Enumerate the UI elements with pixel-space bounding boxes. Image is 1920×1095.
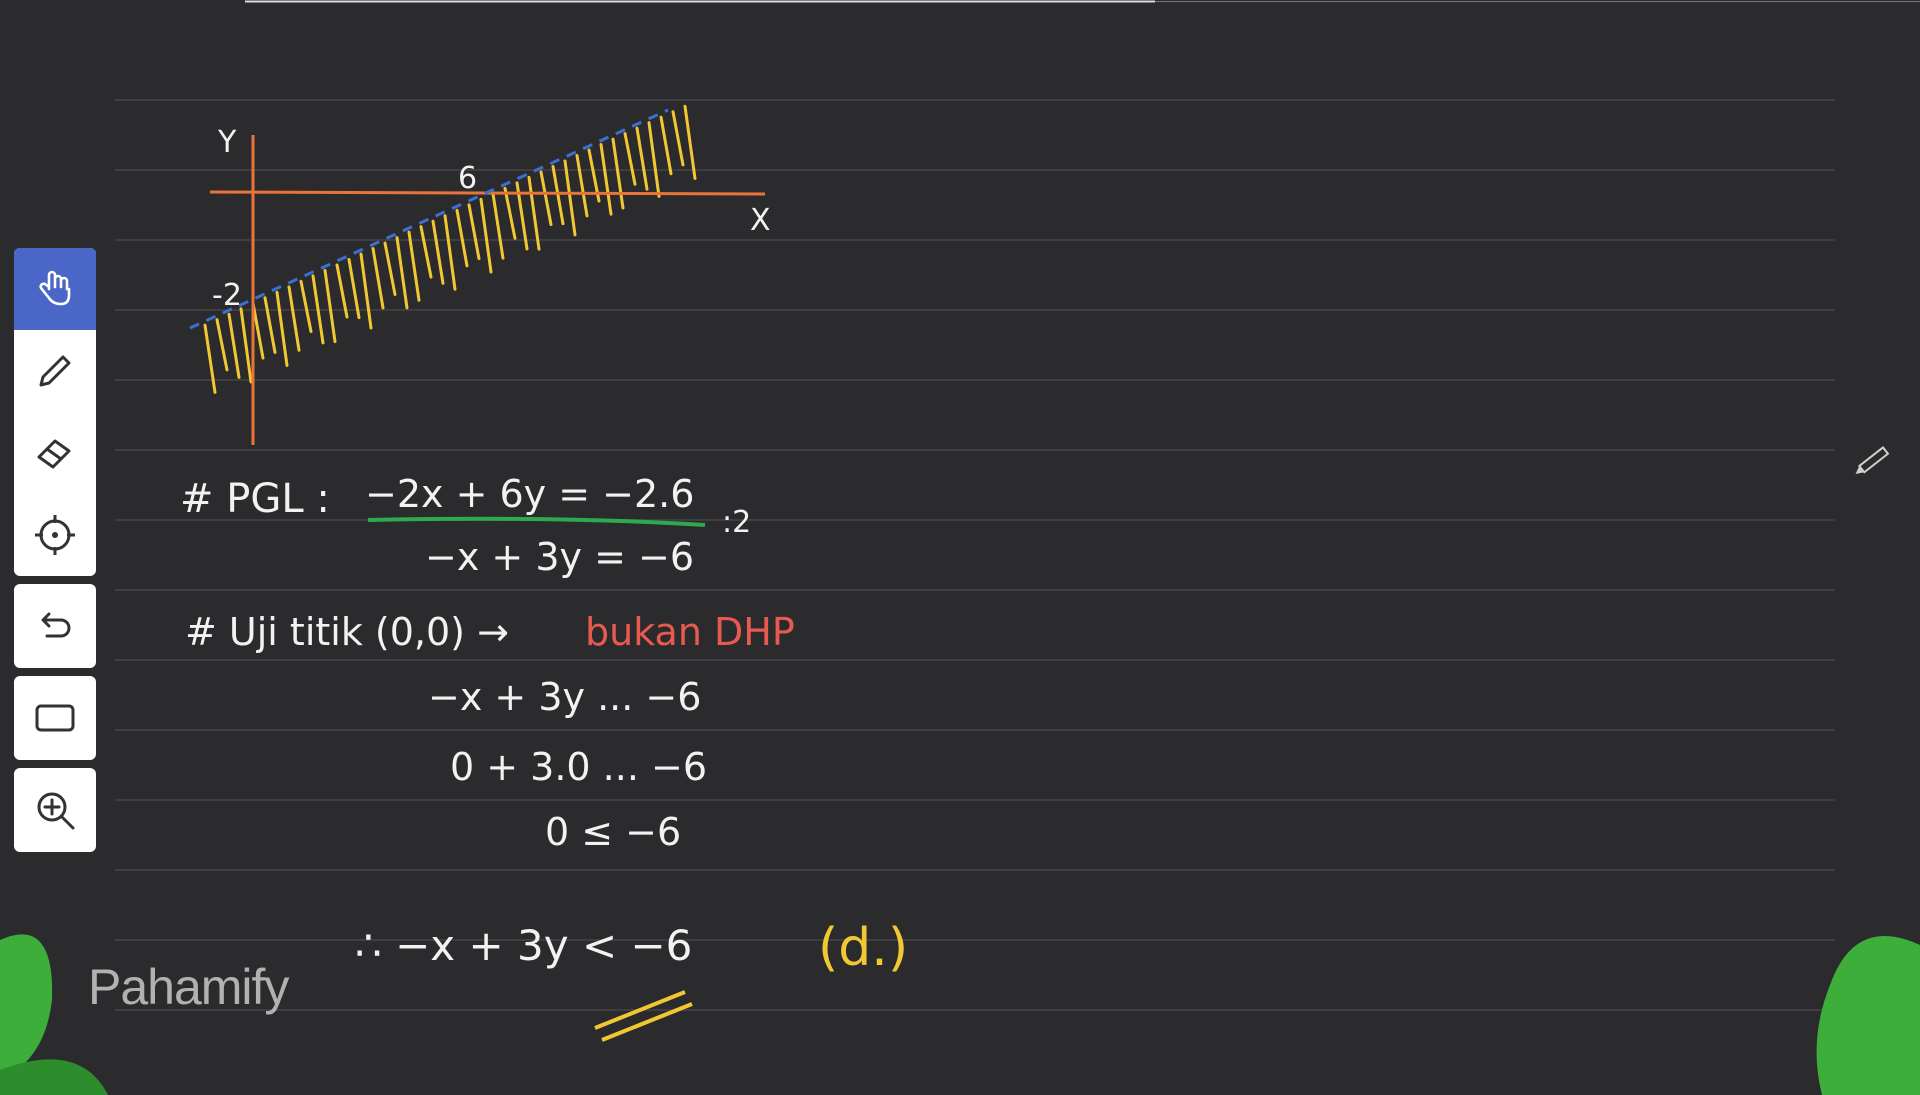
tool-palette (14, 248, 96, 860)
note-line4: −x + 3y ... −6 (428, 675, 701, 719)
hatch-stroke (347, 257, 361, 320)
hatch-stroke (671, 110, 685, 167)
conclusion: ∴ −x + 3y < −6 (355, 921, 692, 970)
hatch-stroke (647, 121, 661, 198)
y-axis-label: Y (217, 125, 237, 160)
leaf-left-lower-icon (0, 1059, 108, 1095)
hatch-stroke (395, 236, 409, 310)
hatch-stroke (659, 115, 673, 176)
hatch-stroke (683, 104, 697, 180)
hatch-stroke (623, 132, 637, 186)
hand-tool-button[interactable] (14, 248, 96, 330)
tool-group-main (14, 248, 96, 576)
note-line6: 0 ≤ −6 (545, 810, 681, 854)
hatch-stroke (551, 164, 565, 226)
hatch-stroke (371, 247, 385, 310)
tool-group-shape (14, 676, 96, 760)
hatch-region (203, 104, 697, 394)
hatch-stroke (467, 203, 481, 261)
tool-group-zoom (14, 768, 96, 852)
hatch-stroke (323, 268, 337, 344)
note-line3-prefix: # Uji titik (0,0) → (185, 610, 509, 654)
note-line3-result: bukan DHP (585, 610, 795, 654)
undo-button[interactable] (14, 584, 96, 668)
shape-tool-button[interactable] (14, 676, 96, 760)
zoom-in-icon (37, 792, 75, 830)
zoom-in-button[interactable] (14, 768, 96, 852)
hatch-stroke (263, 296, 277, 354)
pahamify-logo: Pahamify (88, 959, 289, 1015)
graph: Y X 6 -2 (189, 104, 771, 445)
hatch-stroke (563, 159, 577, 237)
hatch-stroke (443, 214, 457, 291)
hatch-stroke (227, 312, 241, 379)
hatch-stroke (383, 241, 397, 296)
hatch-stroke (407, 230, 421, 302)
whiteboard-canvas[interactable]: Y X 6 -2 # PGL : −2x + 6y = −2.6 :2 −x +… (0, 0, 1920, 1095)
hatch-stroke (479, 197, 493, 274)
answer: (d.) (818, 918, 908, 978)
leaf-left-icon (0, 934, 53, 1080)
x-axis-label: X (750, 203, 771, 238)
note-line1-prefix: # PGL : (180, 476, 330, 522)
note-line5: 0 + 3.0 ... −6 (450, 745, 707, 789)
boundary-dashed-line (189, 108, 669, 330)
hatch-stroke (287, 285, 301, 352)
hatch-stroke (491, 192, 505, 260)
hatch-stroke (599, 143, 613, 216)
leaf-right-icon (1816, 936, 1920, 1095)
hatch-stroke (215, 318, 229, 372)
hatch-stroke (539, 170, 553, 227)
hatch-stroke (239, 307, 253, 384)
laser-tool-button[interactable] (14, 494, 96, 576)
eraser-icon (37, 439, 71, 469)
note-line1-equation: −2x + 6y = −2.6 (365, 472, 694, 516)
note-line1-divisor: :2 (722, 505, 751, 540)
pencil-cursor-icon (1855, 446, 1890, 475)
hatch-stroke (635, 126, 649, 191)
pencil-icon (39, 355, 71, 387)
hatch-stroke (275, 290, 289, 367)
note-line2: −x + 3y = −6 (425, 535, 694, 579)
hatch-stroke (419, 225, 433, 279)
tool-group-undo (14, 584, 96, 668)
hand-pointer-icon (39, 270, 71, 306)
laser-pointer-icon (35, 515, 75, 555)
shape-rectangle-icon (35, 704, 75, 732)
y-intercept-label: -2 (212, 278, 242, 313)
hatch-stroke (527, 175, 541, 251)
undo-icon (41, 612, 71, 638)
ruled-lines (115, 99, 1835, 1011)
hatch-stroke (431, 219, 445, 285)
hatch-stroke (503, 186, 517, 240)
hatch-stroke (299, 279, 313, 334)
hatch-stroke (611, 137, 625, 210)
hatch-stroke (575, 154, 589, 218)
eraser-tool-button[interactable] (14, 412, 96, 494)
hatch-stroke (455, 208, 469, 268)
notes: # PGL : −2x + 6y = −2.6 :2 −x + 3y = −6 … (180, 472, 908, 1042)
hatch-stroke (359, 252, 373, 330)
pen-tool-button[interactable] (14, 330, 96, 412)
x-intercept-label: 6 (458, 161, 477, 196)
hatch-stroke (203, 323, 217, 394)
